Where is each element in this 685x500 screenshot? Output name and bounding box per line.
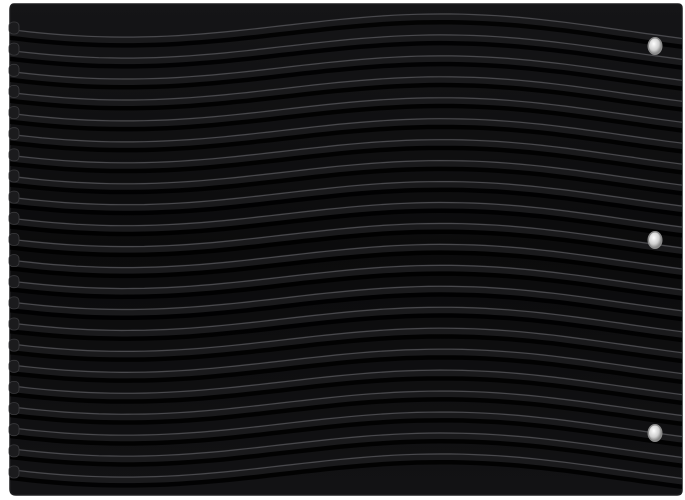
edge-tooth [8,444,20,458]
edge-tooth [8,359,20,373]
edge-tooth [8,106,20,119]
edge-tooth [8,190,20,204]
edge-tooth [8,380,20,394]
edge-tooth [8,85,20,98]
edge-tooth [8,211,20,225]
edge-tooth [8,338,20,352]
edge-tooth [8,275,20,289]
edge-tooth [8,402,20,416]
edge-tooth [8,465,20,479]
edge-tooth [8,232,20,246]
bolt-icon [647,231,663,249]
edge-tooth [8,148,20,162]
edge-tooth [8,21,20,35]
edge-tooth [8,317,20,331]
edge-tooth [8,296,20,310]
edge-tooth [8,423,20,437]
edge-tooth [8,169,20,183]
grill-grate-illustration [8,3,683,496]
bolt-icon [647,424,663,442]
edge-tooth [8,42,20,56]
edge-tooth [8,63,20,77]
edge-tooth [8,254,20,268]
edge-tooth [8,127,20,141]
image-canvas [0,0,685,500]
bolt-icon [647,37,663,55]
